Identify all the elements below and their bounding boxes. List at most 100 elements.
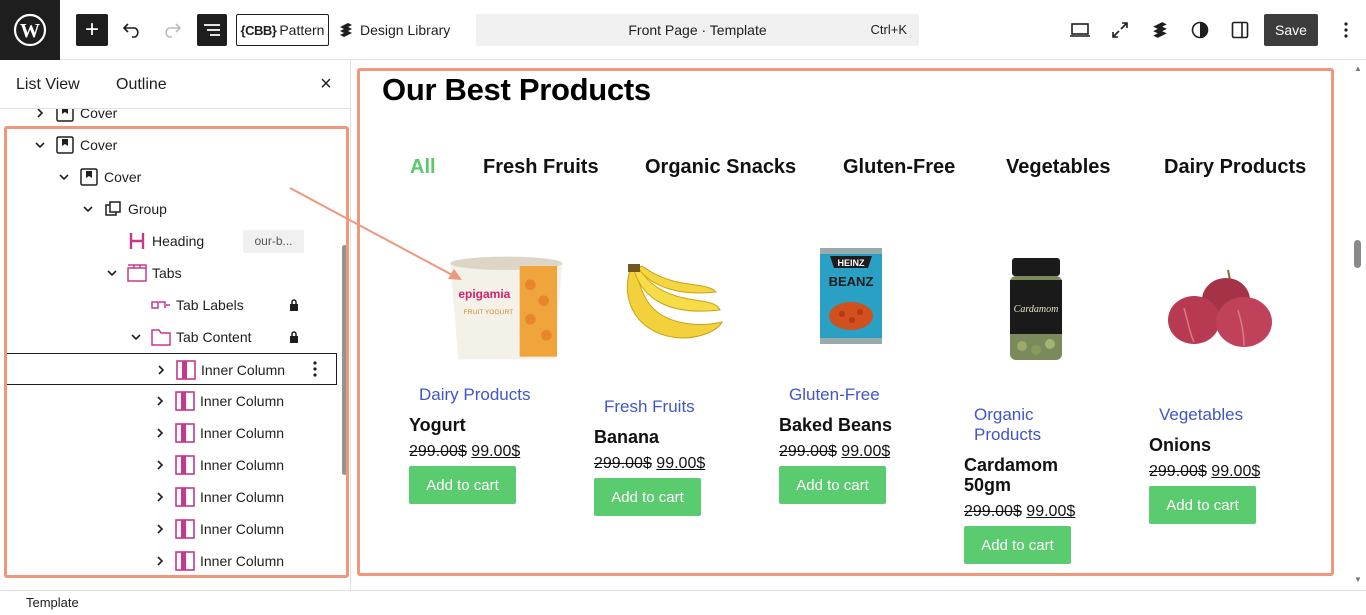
save-button[interactable]: Save [1264, 14, 1318, 46]
product-name[interactable]: Cardamom 50gm [964, 455, 1074, 495]
settings-sidebar-button[interactable] [1228, 18, 1252, 42]
tab-dairy-products[interactable]: Dairy Products [1164, 156, 1306, 179]
undo-button[interactable] [120, 14, 144, 46]
tree-row-inner-column[interactable]: Inner Column [0, 417, 345, 449]
chevron-right-icon[interactable] [153, 362, 169, 378]
product-category[interactable]: Organic Products [974, 405, 1074, 445]
new-price[interactable]: 99.00$ [841, 443, 890, 460]
tabs-icon [126, 262, 148, 284]
add-to-cart-button[interactable]: Add to cart [964, 526, 1071, 564]
beans-brand-text: HEINZ [838, 258, 866, 268]
chevron-right-icon[interactable] [152, 553, 168, 569]
add-to-cart-button[interactable]: Add to cart [1149, 486, 1256, 524]
old-price: 299.00$ [1149, 463, 1207, 480]
new-price[interactable]: 99.00$ [656, 455, 705, 472]
anchor-badge: our-b... [243, 230, 304, 253]
fullscreen-button[interactable] [1108, 18, 1132, 42]
product-name[interactable]: Onions [1149, 435, 1211, 455]
tree-row-tab-content[interactable]: Tab Content [0, 321, 345, 353]
close-icon[interactable]: × [316, 74, 336, 94]
tree-row-tabs[interactable]: Tabs [0, 257, 345, 289]
chevron-right-icon[interactable] [152, 393, 168, 409]
contrast-icon [1191, 21, 1209, 39]
column-icon [174, 518, 196, 540]
tab-list-view[interactable]: List View [16, 76, 80, 94]
tree-row-heading[interactable]: Heading our-b... [0, 225, 345, 257]
more-vertical-icon[interactable] [312, 360, 328, 380]
product-name[interactable]: Banana [594, 427, 659, 447]
tree-row-tab-labels[interactable]: Tab Labels [0, 289, 345, 321]
chevron-down-icon[interactable] [80, 201, 96, 217]
block-tree: Cover Cover Cover Group Heading our-b... Tabs T… [0, 109, 345, 590]
product-category[interactable]: Fresh Fruits [604, 397, 695, 417]
beans-name-text: BEANZ [829, 274, 874, 289]
product-name[interactable]: Yogurt [409, 415, 466, 435]
wordpress-logo-button[interactable]: W [0, 0, 60, 60]
breadcrumb-template[interactable]: Template [26, 595, 79, 610]
tab-gluten-free[interactable]: Gluten-Free [843, 156, 955, 179]
options-menu-button[interactable] [1334, 18, 1358, 42]
chevron-down-icon[interactable] [56, 169, 72, 185]
chevron-right-icon[interactable] [152, 425, 168, 441]
product-name[interactable]: Baked Beans [779, 415, 892, 435]
tree-row-cover[interactable]: Cover [0, 129, 345, 161]
panel-scrollbar[interactable] [342, 245, 347, 475]
banana-image [626, 264, 723, 339]
stackable-settings-button[interactable] [1148, 18, 1172, 42]
scroll-up-arrow[interactable]: ▲ [1354, 64, 1362, 73]
document-overview-button[interactable] [197, 14, 227, 46]
wordpress-icon: W [13, 13, 47, 47]
tree-row-label: Tab Labels [176, 297, 244, 313]
scroll-down-arrow[interactable]: ▼ [1354, 575, 1362, 584]
product-category[interactable]: Gluten-Free [789, 385, 880, 405]
tab-organic-snacks[interactable]: Organic Snacks [645, 156, 796, 179]
tab-fresh-fruits[interactable]: Fresh Fruits [483, 156, 599, 179]
product-price: 299.00$ 99.00$ [594, 455, 705, 473]
redo-button[interactable] [160, 14, 184, 46]
section-heading[interactable]: Our Best Products [382, 72, 651, 108]
tree-row-label: Inner Column [200, 393, 285, 409]
add-to-cart-button[interactable]: Add to cart [409, 466, 516, 504]
tree-row-inner-column[interactable]: Inner Column [0, 481, 345, 513]
new-price[interactable]: 99.00$ [471, 443, 520, 460]
chevron-down-icon[interactable] [128, 329, 144, 345]
add-to-cart-button[interactable]: Add to cart [594, 478, 701, 516]
new-price[interactable]: 99.00$ [1211, 463, 1260, 480]
tree-row-group[interactable]: Group [0, 193, 345, 225]
chevron-right-icon[interactable] [152, 521, 168, 537]
command-shortcut: Ctrl+K [870, 22, 907, 37]
tree-row-cover[interactable]: Cover [0, 161, 345, 193]
design-library-label: Design Library [360, 22, 451, 38]
chevron-down-icon[interactable] [32, 137, 48, 153]
lock-icon [288, 330, 300, 344]
tree-row-inner-column[interactable]: Inner Column [0, 385, 345, 417]
chevron-right-icon[interactable] [152, 489, 168, 505]
new-price[interactable]: 99.00$ [1026, 503, 1075, 520]
tree-row-inner-column[interactable]: Inner Column [0, 449, 345, 481]
tree-row-cover[interactable]: Cover [0, 109, 345, 129]
add-block-button[interactable]: + [76, 14, 108, 46]
tab-vegetables[interactable]: Vegetables [1006, 156, 1111, 179]
chevron-down-icon[interactable] [104, 265, 120, 281]
tree-row-inner-column[interactable]: Inner Column [0, 513, 345, 545]
list-view-icon [204, 24, 220, 36]
preview-device-button[interactable] [1068, 18, 1092, 42]
tree-row-label: Inner Column [200, 457, 285, 473]
styles-button[interactable] [1188, 18, 1212, 42]
canvas-scrollbar[interactable] [1354, 240, 1361, 268]
add-to-cart-button[interactable]: Add to cart [779, 466, 886, 504]
tab-all[interactable]: All [410, 156, 436, 179]
tab-outline[interactable]: Outline [116, 76, 167, 94]
pattern-button[interactable]: {CBB} Pattern [236, 14, 329, 46]
product-category[interactable]: Dairy Products [419, 385, 530, 405]
tree-row-label: Inner Column [201, 362, 286, 378]
design-library-button[interactable]: Design Library [338, 14, 450, 46]
chevron-right-icon[interactable] [32, 109, 48, 121]
tree-row-inner-column[interactable]: Inner Column [6, 353, 337, 385]
tree-row-inner-column[interactable]: Inner Column [0, 545, 345, 577]
yogurt-brand-text: epigamia [458, 287, 510, 301]
plus-icon: + [84, 16, 99, 43]
command-palette-bar[interactable]: Front Page · Template Ctrl+K [476, 14, 919, 46]
product-category[interactable]: Vegetables [1159, 405, 1243, 425]
chevron-right-icon[interactable] [152, 457, 168, 473]
